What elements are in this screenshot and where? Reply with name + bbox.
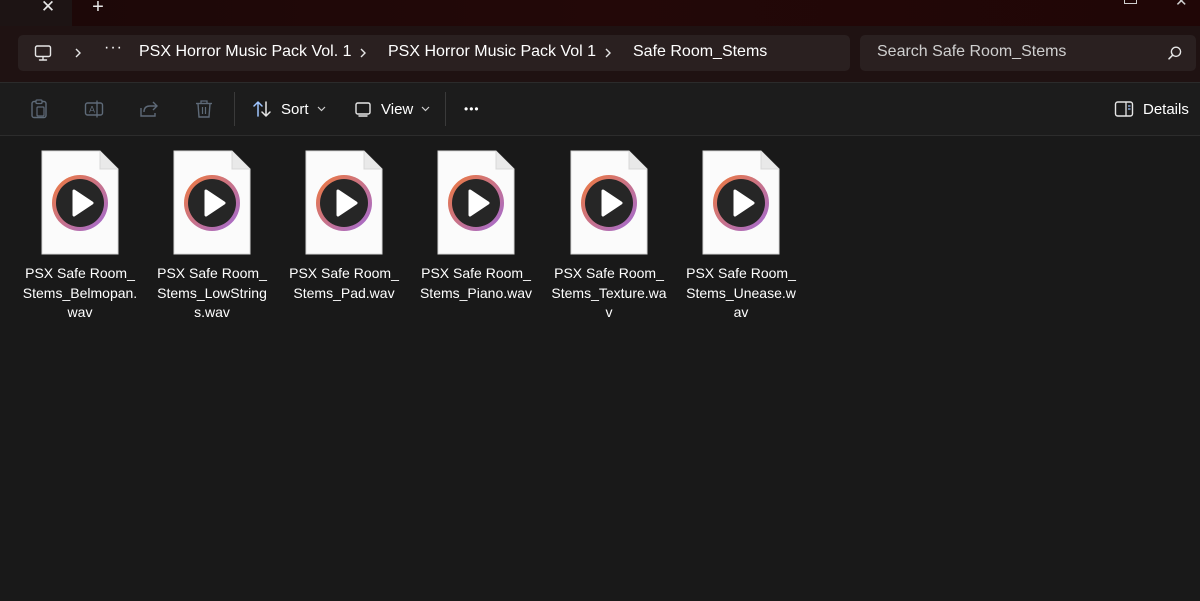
more-options-button[interactable]: ••• (464, 95, 480, 123)
new-tab-icon[interactable]: + (88, 0, 108, 18)
chevron-down-icon (421, 106, 430, 112)
media-file-icon (41, 150, 119, 255)
sort-label: Sort (281, 100, 309, 118)
sort-icon (253, 101, 271, 117)
chevron-right-icon[interactable] (357, 47, 369, 59)
media-file-icon (570, 150, 648, 255)
rename-icon[interactable]: A (82, 97, 106, 121)
close-tab-icon[interactable]: ✕ (38, 0, 58, 17)
media-file-icon (437, 150, 515, 255)
media-file-icon (702, 150, 780, 255)
file-name: PSX Safe Room_Stems_LowStrings.wav (157, 265, 267, 320)
breadcrumb-item-current[interactable]: Safe Room_Stems (633, 43, 767, 61)
share-icon[interactable] (137, 97, 161, 121)
command-bar: A Sort View ••• Details (0, 83, 1200, 136)
svg-text:A: A (89, 105, 95, 115)
file-name: PSX Safe Room_Stems_Unease.wav (686, 265, 796, 320)
breadcrumb-item-vol1-sub[interactable]: PSX Horror Music Pack Vol 1 (388, 43, 596, 61)
details-pane-button[interactable]: Details (1114, 95, 1189, 123)
file-name: PSX Safe Room_Stems_Texture.wav (551, 265, 667, 320)
maximize-icon[interactable] (1124, 0, 1137, 4)
paste-icon[interactable] (27, 97, 51, 121)
breadcrumb-item-vol1[interactable]: PSX Horror Music Pack Vol. 1 (139, 43, 352, 61)
address-bar[interactable]: ··· PSX Horror Music Pack Vol. 1 PSX Hor… (18, 35, 850, 71)
chevron-down-icon (317, 106, 325, 112)
file-item[interactable]: PSX Safe Room_Stems_Belmopan.wav (19, 150, 141, 325)
media-file-icon (173, 150, 251, 255)
search-icon[interactable] (1168, 46, 1182, 60)
file-item[interactable]: PSX Safe Room_Stems_Pad.wav (283, 150, 405, 325)
active-tab[interactable] (0, 0, 72, 26)
file-name: PSX Safe Room_Stems_Belmopan.wav (22, 265, 138, 320)
navigation-bar: ··· PSX Horror Music Pack Vol. 1 PSX Hor… (0, 26, 1200, 83)
search-placeholder: Search Safe Room_Stems (877, 43, 1067, 60)
toolbar-divider (234, 92, 235, 126)
search-input[interactable]: Search Safe Room_Stems (860, 35, 1196, 71)
file-item[interactable]: PSX Safe Room_Stems_Texture.wav (548, 150, 670, 325)
file-name: PSX Safe Room_Stems_Pad.wav (289, 265, 399, 301)
details-pane-icon (1114, 101, 1134, 117)
delete-icon[interactable] (192, 97, 216, 121)
toolbar-divider (445, 92, 446, 126)
breadcrumb-overflow-button[interactable]: ··· (104, 39, 123, 57)
file-name: PSX Safe Room_Stems_Piano.wav (419, 265, 533, 301)
file-item[interactable]: PSX Safe Room_Stems_Piano.wav (415, 150, 537, 325)
view-button[interactable]: View (354, 95, 430, 123)
file-view: PSX Safe Room_Stems_Belmopan.wav PSX Saf… (0, 136, 1200, 601)
title-bar: ✕ + ✕ (0, 0, 1200, 26)
file-item[interactable]: PSX Safe Room_Stems_Unease.wav (680, 150, 802, 325)
details-label: Details (1143, 100, 1189, 118)
chevron-right-icon[interactable] (602, 47, 614, 59)
media-file-icon (305, 150, 383, 255)
file-item[interactable]: PSX Safe Room_Stems_LowStrings.wav (151, 150, 273, 325)
this-pc-icon[interactable] (34, 44, 52, 62)
sort-button[interactable]: Sort (252, 95, 326, 123)
view-icon (355, 102, 371, 117)
view-label: View (381, 100, 414, 118)
chevron-right-icon[interactable] (72, 47, 84, 59)
window-close-icon[interactable]: ✕ (1175, 0, 1188, 10)
